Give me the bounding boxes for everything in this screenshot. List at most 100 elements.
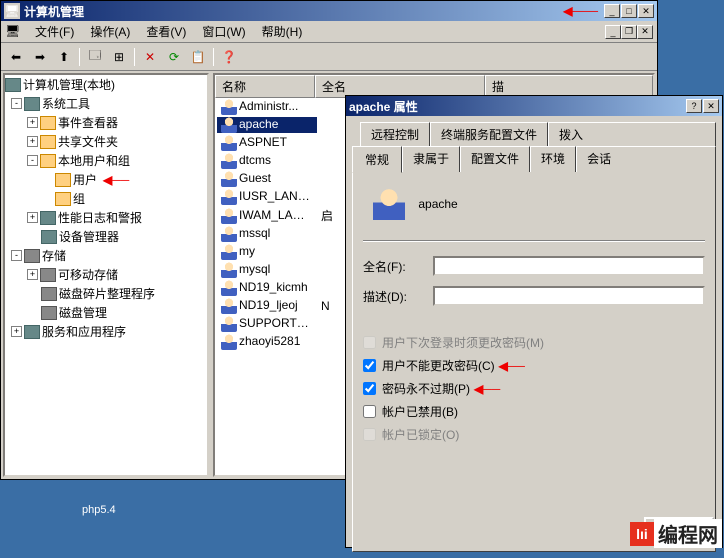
minimize-button[interactable]: _ bbox=[604, 4, 620, 18]
defrag-icon bbox=[41, 287, 57, 301]
tree-label: 组 bbox=[73, 190, 85, 207]
tree-label: 服务和应用程序 bbox=[42, 323, 126, 340]
tree-disk-defrag[interactable]: 磁盘碎片整理程序 bbox=[5, 284, 207, 303]
menu-file[interactable]: 文件(F) bbox=[27, 21, 82, 42]
list-cell-name: Administr... bbox=[217, 99, 317, 115]
tree-root[interactable]: 计算机管理(本地) bbox=[5, 75, 207, 94]
tab-dial[interactable]: 拨入 bbox=[548, 122, 716, 146]
menu-help[interactable]: 帮助(H) bbox=[254, 21, 311, 42]
tree-local-users-groups[interactable]: - 本地用户和组 bbox=[5, 151, 207, 170]
expand-icon[interactable]: + bbox=[27, 269, 38, 280]
desktop-label: php5.4 bbox=[82, 504, 116, 516]
user-icon bbox=[221, 189, 237, 205]
annotation-arrow: ◀── bbox=[103, 173, 129, 187]
app-icon: 🖥 bbox=[4, 3, 20, 19]
menu-operate[interactable]: 操作(A) bbox=[82, 21, 138, 42]
refresh-button[interactable]: ⟳ bbox=[163, 46, 185, 68]
expand-icon[interactable]: + bbox=[27, 136, 38, 147]
tree-perf-logs[interactable]: + 性能日志和警报 bbox=[5, 208, 207, 227]
check-disabled[interactable]: 帐户已禁用(B) bbox=[363, 403, 705, 420]
delete-button[interactable]: ✕ bbox=[139, 46, 161, 68]
check-never-expire[interactable]: 密码永不过期(P) ◀── bbox=[363, 380, 705, 397]
tree-storage[interactable]: - 存储 bbox=[5, 246, 207, 265]
child-close-button[interactable]: ✕ bbox=[637, 25, 653, 39]
properties-button[interactable]: 🗔 bbox=[84, 46, 106, 68]
collapse-icon[interactable]: - bbox=[11, 250, 22, 261]
collapse-icon[interactable]: - bbox=[11, 98, 22, 109]
fullname-row: 全名(F): bbox=[363, 256, 705, 276]
tree-system-tools[interactable]: - 系统工具 bbox=[5, 94, 207, 113]
tab-remote[interactable]: 远程控制 bbox=[360, 122, 430, 146]
close-button[interactable]: ✕ bbox=[638, 4, 654, 18]
tree-removable-storage[interactable]: + 可移动存储 bbox=[5, 265, 207, 284]
list-cell-name: SUPPORT_3... bbox=[217, 316, 317, 332]
folder-icon bbox=[55, 192, 71, 206]
tab-profile[interactable]: 配置文件 bbox=[460, 146, 530, 172]
forward-button[interactable]: ➡ bbox=[29, 46, 51, 68]
expand-icon[interactable]: + bbox=[27, 212, 38, 223]
up-button[interactable]: ⬆ bbox=[53, 46, 75, 68]
check-locked: 帐户已锁定(O) bbox=[363, 426, 705, 443]
col-name[interactable]: 名称 bbox=[215, 75, 315, 98]
maximize-button[interactable]: □ bbox=[621, 4, 637, 18]
tab-env[interactable]: 环境 bbox=[530, 146, 576, 172]
help-button[interactable]: ❓ bbox=[218, 46, 240, 68]
child-minimize-button[interactable]: _ bbox=[605, 25, 621, 39]
annotation-arrow: ◀── bbox=[499, 359, 525, 373]
child-restore-button[interactable]: ❐ bbox=[621, 25, 637, 39]
check-disabled-label: 帐户已禁用(B) bbox=[382, 403, 458, 420]
tree-panel[interactable]: 计算机管理(本地) - 系统工具 + 事件查看器 + 共享文件夹 - 本地用户和… bbox=[3, 73, 209, 477]
check-cannot-change[interactable]: 用户不能更改密码(C) ◀── bbox=[363, 357, 705, 374]
user-icon bbox=[221, 298, 237, 314]
dialog-help-button[interactable]: ? bbox=[686, 99, 702, 113]
fullname-input[interactable] bbox=[433, 256, 705, 276]
check-cannot-change-box[interactable] bbox=[363, 359, 376, 372]
tree-label: 可移动存储 bbox=[58, 266, 118, 283]
removable-icon bbox=[40, 268, 56, 282]
list-cell-name: ND19_kicmh bbox=[217, 280, 317, 296]
check-locked-box bbox=[363, 428, 376, 441]
folder-icon bbox=[40, 116, 56, 130]
expand-icon[interactable]: + bbox=[11, 326, 22, 337]
mmc-icon: 🖥 bbox=[5, 24, 21, 40]
tab-session[interactable]: 会话 bbox=[576, 146, 716, 172]
check-disabled-box[interactable] bbox=[363, 405, 376, 418]
tree-event-viewer[interactable]: + 事件查看器 bbox=[5, 113, 207, 132]
watermark-text: 编程网 bbox=[654, 519, 722, 548]
view-button[interactable]: ⊞ bbox=[108, 46, 130, 68]
menu-window[interactable]: 窗口(W) bbox=[194, 21, 253, 42]
titlebar[interactable]: 🖥 计算机管理 ◀─── _ □ ✕ bbox=[1, 1, 657, 21]
back-button[interactable]: ⬅ bbox=[5, 46, 27, 68]
tree-users[interactable]: 用户 ◀── bbox=[5, 170, 207, 189]
check-never-expire-box[interactable] bbox=[363, 382, 376, 395]
tree-device-manager[interactable]: 设备管理器 bbox=[5, 227, 207, 246]
tree-shared-folders[interactable]: + 共享文件夹 bbox=[5, 132, 207, 151]
collapse-icon[interactable]: - bbox=[27, 155, 38, 166]
tab-terminal[interactable]: 终端服务配置文件 bbox=[430, 122, 548, 146]
window-title: 计算机管理 bbox=[24, 3, 563, 20]
dialog-close-button[interactable]: ✕ bbox=[703, 99, 719, 113]
folder-icon bbox=[40, 135, 56, 149]
list-cell-name: my bbox=[217, 244, 317, 260]
tree-label: 磁盘管理 bbox=[59, 304, 107, 321]
user-icon bbox=[221, 262, 237, 278]
expand-icon[interactable]: + bbox=[27, 117, 38, 128]
user-icon bbox=[221, 226, 237, 242]
description-input[interactable] bbox=[433, 286, 705, 306]
tree-services-apps[interactable]: + 服务和应用程序 bbox=[5, 322, 207, 341]
list-button[interactable]: 📋 bbox=[187, 46, 209, 68]
menu-view[interactable]: 查看(V) bbox=[138, 21, 194, 42]
tab-member[interactable]: 隶属于 bbox=[402, 146, 460, 172]
list-cell-name: apache bbox=[217, 117, 317, 133]
check-must-change-label: 用户下次登录时须更改密码(M) bbox=[382, 334, 544, 351]
check-must-change: 用户下次登录时须更改密码(M) bbox=[363, 334, 705, 351]
dialog-titlebar[interactable]: apache 属性 ? ✕ bbox=[346, 96, 722, 116]
tree-groups[interactable]: 组 bbox=[5, 189, 207, 208]
tree-disk-management[interactable]: 磁盘管理 bbox=[5, 303, 207, 322]
tab-content-general: apache 全名(F): 描述(D): 用户下次登录时须更改密码(M) 用户不… bbox=[352, 172, 716, 552]
tab-general[interactable]: 常规 bbox=[352, 146, 402, 173]
dialog-body: 远程控制 终端服务配置文件 拨入 常规 隶属于 配置文件 环境 会话 apach… bbox=[346, 116, 722, 558]
list-cell-name: ND19_ljeoj bbox=[217, 298, 317, 314]
user-icon bbox=[221, 244, 237, 260]
properties-dialog: apache 属性 ? ✕ 远程控制 终端服务配置文件 拨入 常规 隶属于 配置… bbox=[345, 95, 723, 548]
